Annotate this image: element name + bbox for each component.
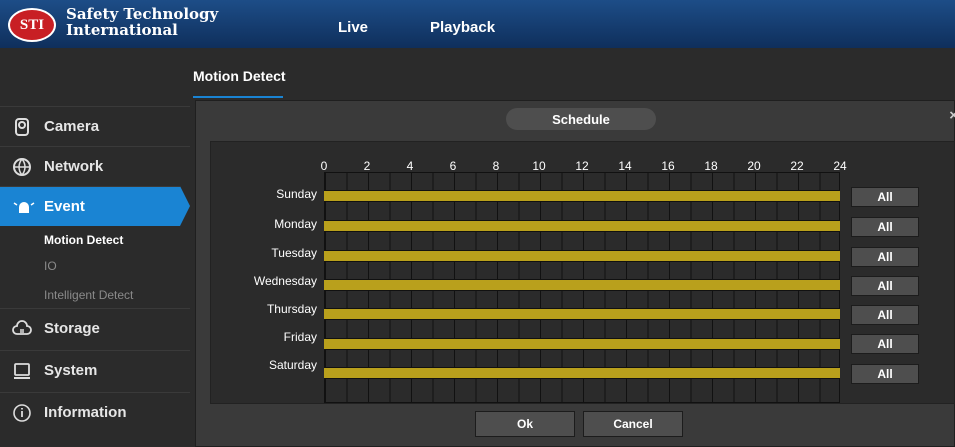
schedule-grid-panel: 0 2 4 6 8 10 12 14 16 18 20 22 24 Sunday… <box>210 141 955 404</box>
sidebar-item-network[interactable]: Network <box>0 146 190 186</box>
day-label-saturday: Saturday <box>268 358 317 372</box>
ok-button[interactable]: Ok <box>475 411 575 437</box>
hour-label: 4 <box>406 159 414 173</box>
hour-label: 8 <box>492 159 500 173</box>
schedule-dialog: Schedule × 0 2 4 6 8 10 12 14 16 18 20 2… <box>195 100 955 447</box>
subitem-io[interactable]: IO <box>44 259 57 273</box>
hour-label: 14 <box>618 159 632 173</box>
schedule-bar-saturday[interactable] <box>324 367 840 379</box>
close-icon[interactable]: × <box>949 107 955 124</box>
day-label-friday: Friday <box>283 330 317 344</box>
sidebar-item-label: Storage <box>44 320 100 337</box>
sidebar-item-label: Camera <box>44 118 100 135</box>
all-button-tuesday[interactable]: All <box>851 247 919 267</box>
logo-line-1: Safety Technology <box>66 5 219 23</box>
hour-label: 18 <box>704 159 718 173</box>
tab-live[interactable]: Live <box>338 19 368 36</box>
hour-label: 6 <box>449 159 457 173</box>
day-label-tuesday: Tuesday <box>271 246 317 260</box>
hour-label: 10 <box>532 159 546 173</box>
sidebar-item-label: Event <box>44 198 85 215</box>
day-label-thursday: Thursday <box>266 302 317 316</box>
logo-line-2: International <box>66 21 178 39</box>
sidebar-item-system[interactable]: System <box>0 350 190 390</box>
top-header: STI Safety Technology International Live… <box>0 0 955 48</box>
camera-icon <box>12 117 32 137</box>
all-button-monday[interactable]: All <box>851 217 919 237</box>
hour-label: 2 <box>363 159 371 173</box>
hour-label: 22 <box>790 159 804 173</box>
sidebar-item-event[interactable]: Event <box>0 186 190 226</box>
hour-label: 16 <box>661 159 675 173</box>
hour-label: 24 <box>833 159 847 173</box>
schedule-bar-thursday[interactable] <box>324 308 840 320</box>
company-logo-text: Safety Technology International <box>66 6 218 38</box>
sidebar-item-information[interactable]: Information <box>0 392 190 432</box>
cloud-icon <box>12 319 32 339</box>
cancel-button[interactable]: Cancel <box>583 411 683 437</box>
sidebar-item-label: Network <box>44 158 104 175</box>
subitem-intelligent-detect[interactable]: Intelligent Detect <box>44 288 133 302</box>
day-label-monday: Monday <box>274 217 317 231</box>
day-label-wednesday: Wednesday <box>253 274 317 288</box>
sidebar-item-label: System <box>44 362 98 379</box>
all-button-friday[interactable]: All <box>851 334 919 354</box>
schedule-bar-monday[interactable] <box>324 220 840 232</box>
alarm-icon <box>12 197 35 217</box>
monitor-icon <box>12 361 32 381</box>
sidebar-item-camera[interactable]: Camera <box>0 106 190 146</box>
schedule-bar-sunday[interactable] <box>324 190 840 202</box>
dialog-title: Schedule <box>506 108 656 130</box>
subitem-motion-detect[interactable]: Motion Detect <box>44 233 123 247</box>
schedule-bar-wednesday[interactable] <box>324 279 840 291</box>
all-button-saturday[interactable]: All <box>851 364 919 384</box>
info-icon <box>12 403 32 423</box>
hour-label: 20 <box>747 159 761 173</box>
schedule-bar-tuesday[interactable] <box>324 250 840 262</box>
hour-label: 0 <box>320 159 328 173</box>
all-button-wednesday[interactable]: All <box>851 276 919 296</box>
sidebar-item-label: Information <box>44 404 127 421</box>
sti-logo-badge: STI <box>8 8 56 42</box>
tab-playback[interactable]: Playback <box>430 19 495 36</box>
title-underline <box>193 96 283 98</box>
sidebar: Camera Network Event Motion Detect IO In… <box>0 48 190 447</box>
day-label-sunday: Sunday <box>276 187 317 201</box>
all-button-sunday[interactable]: All <box>851 187 919 207</box>
globe-icon <box>12 157 32 177</box>
schedule-bar-friday[interactable] <box>324 338 840 350</box>
page-title: Motion Detect <box>193 68 286 84</box>
sidebar-item-storage[interactable]: Storage <box>0 308 190 348</box>
hour-label: 12 <box>575 159 589 173</box>
all-button-thursday[interactable]: All <box>851 305 919 325</box>
